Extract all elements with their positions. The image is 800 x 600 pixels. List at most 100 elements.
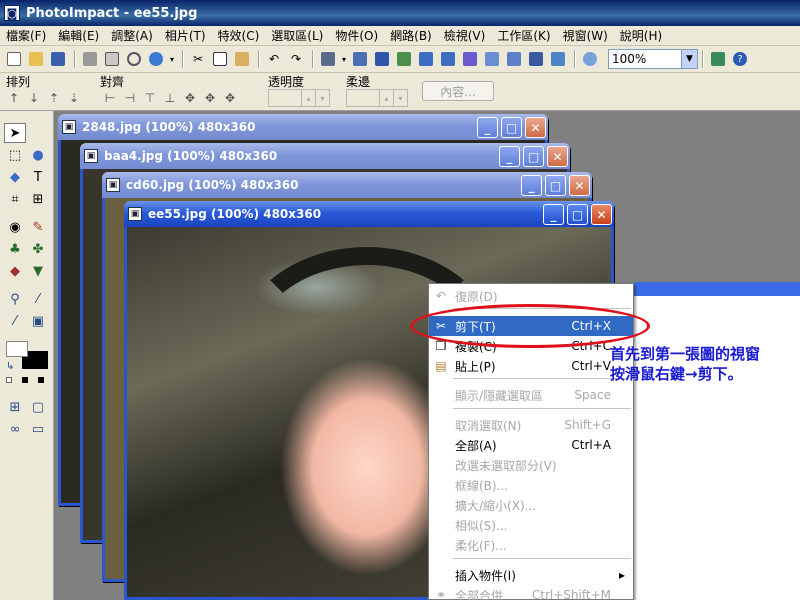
align-right-icon[interactable]: ⊣	[120, 89, 140, 107]
paste-icon[interactable]	[232, 49, 252, 69]
cut-icon[interactable]: ✂	[188, 49, 208, 69]
new-file-icon[interactable]	[4, 49, 24, 69]
menu-item-insert-object[interactable]: 插入物件(I) ▸	[429, 565, 633, 585]
hand-icon[interactable]	[708, 49, 728, 69]
browser-icon[interactable]	[146, 49, 166, 69]
balance-icon[interactable]	[438, 49, 458, 69]
frame-tool-icon[interactable]: ▢	[27, 397, 49, 417]
chevron-down-icon[interactable]: ▾	[315, 90, 329, 106]
menu-item-similar[interactable]: 相似(S)...	[429, 515, 633, 535]
redo-icon[interactable]: ↷	[286, 49, 306, 69]
chevron-down-icon[interactable]: ▾	[340, 49, 348, 69]
print-preview-icon[interactable]	[102, 49, 122, 69]
menu-item-invert[interactable]: 改選未選取部分(V)	[429, 455, 633, 475]
eraser-tool-icon[interactable]: ◆	[4, 261, 26, 281]
default-black-icon[interactable]	[22, 377, 28, 383]
minimize-icon[interactable]: _	[521, 175, 542, 196]
menu-web[interactable]: 網路(B)	[384, 27, 438, 44]
chevron-down-icon[interactable]: ▾	[168, 49, 176, 69]
grid-tool-icon[interactable]: ⊞	[4, 397, 26, 417]
menu-item-paste[interactable]: ▤ 貼上(P) Ctrl+V	[429, 356, 633, 376]
frame-icon[interactable]	[526, 49, 546, 69]
minimize-icon[interactable]: _	[543, 204, 564, 225]
window-titlebar[interactable]: ▣ baa4.jpg (100%) 480x360 _ □ ✕	[80, 143, 570, 169]
text-tool-icon[interactable]: T	[27, 167, 49, 187]
paintbrush-tool-icon[interactable]: ✎	[27, 217, 49, 237]
image-icon[interactable]	[394, 49, 414, 69]
menu-workspace[interactable]: 工作區(K)	[491, 27, 556, 44]
lasso-tool-icon[interactable]: ●	[27, 145, 49, 165]
save-icon[interactable]	[48, 49, 68, 69]
default-black-icon[interactable]	[38, 377, 44, 383]
scanner-icon[interactable]	[318, 49, 338, 69]
print-icon[interactable]	[80, 49, 100, 69]
menu-effects[interactable]: 特效(C)	[212, 27, 266, 44]
align-center-h-icon[interactable]: ✥	[180, 89, 200, 107]
spin-up-icon[interactable]: ▴	[301, 90, 315, 106]
foreground-color-swatch[interactable]	[6, 341, 28, 357]
clone-tool-icon[interactable]: ✤	[27, 239, 49, 259]
stamp-tool-icon[interactable]: ♣	[4, 239, 26, 259]
window-titlebar[interactable]: ▣ 2848.jpg (100%) 480x360 _ □ ✕	[58, 114, 548, 140]
globe-icon[interactable]	[580, 49, 600, 69]
arrow-up-icon[interactable]: ↑	[4, 89, 24, 107]
copy-icon[interactable]	[210, 49, 230, 69]
menu-photo[interactable]: 相片(T)	[159, 27, 212, 44]
crop-tool-icon[interactable]: ⌗	[4, 189, 26, 209]
menu-item-merge-all[interactable]: ⚭ 全部合併 Ctrl+Shift+M	[429, 585, 633, 600]
camera-icon[interactable]	[350, 49, 370, 69]
maximize-icon[interactable]: □	[567, 204, 588, 225]
effect-icon[interactable]	[460, 49, 480, 69]
opacity-spinner[interactable]: ▴ ▾	[268, 89, 330, 107]
align-top-icon[interactable]: ⊤	[140, 89, 160, 107]
maximize-icon[interactable]: □	[501, 117, 522, 138]
help-icon[interactable]: ?	[730, 49, 750, 69]
align-bottom-icon[interactable]: ⊥	[160, 89, 180, 107]
close-icon[interactable]: ✕	[525, 117, 546, 138]
menu-window[interactable]: 視窗(W)	[557, 27, 614, 44]
fill-tool-icon[interactable]: ▼	[27, 261, 49, 281]
zoom-view-icon[interactable]	[124, 49, 144, 69]
close-icon[interactable]: ✕	[569, 175, 590, 196]
close-icon[interactable]: ✕	[591, 204, 612, 225]
marquee-tool-icon[interactable]: ⬚	[4, 145, 26, 165]
bring-to-front-icon[interactable]: ⇡	[44, 89, 64, 107]
menu-item-expand-shrink[interactable]: 擴大/縮小(X)...	[429, 495, 633, 515]
open-folder-icon[interactable]	[26, 49, 46, 69]
send-to-back-icon[interactable]: ⇣	[64, 89, 84, 107]
chevron-down-icon[interactable]: ▼	[681, 50, 697, 68]
arrow-down-icon[interactable]: ↓	[24, 89, 44, 107]
eyedropper-tool-icon[interactable]: ⁄	[27, 289, 49, 309]
chevron-down-icon[interactable]: ▾	[393, 90, 407, 106]
zoom-select[interactable]: 100% ▼	[608, 49, 698, 69]
menu-file[interactable]: 檔案(F)	[0, 27, 52, 44]
menu-help[interactable]: 說明(H)	[614, 27, 668, 44]
menu-item-toggle-selection[interactable]: 顯示/隱藏選取區 Space	[429, 385, 633, 405]
align-center-v-icon[interactable]: ✥	[200, 89, 220, 107]
curve-icon[interactable]	[504, 49, 524, 69]
zoom-tool-icon[interactable]: ⚲	[4, 289, 26, 309]
undo-icon[interactable]: ↶	[264, 49, 284, 69]
shape-tool-icon[interactable]: ◆	[4, 167, 26, 187]
content-button[interactable]: 內容...	[422, 81, 494, 101]
color-swatches[interactable]: ↳	[4, 341, 50, 387]
spin-up-icon[interactable]: ▴	[379, 90, 393, 106]
menu-item-deselect[interactable]: 取消選取(N) Shift+G	[429, 415, 633, 435]
menu-item-border[interactable]: 框線(B)...	[429, 475, 633, 495]
select-transform-icon[interactable]: ▣	[27, 311, 49, 331]
ruler-tool-icon[interactable]: ▭	[27, 419, 49, 439]
menu-adjust[interactable]: 調整(A)	[105, 27, 159, 44]
align-left-icon[interactable]: ⊢	[100, 89, 120, 107]
maximize-icon[interactable]: □	[545, 175, 566, 196]
eye-tool-icon[interactable]: ◉	[4, 217, 26, 237]
convert-icon[interactable]	[548, 49, 568, 69]
transform-tool-icon[interactable]: ⊞	[27, 189, 49, 209]
minimize-icon[interactable]: _	[499, 146, 520, 167]
menu-item-select-all[interactable]: 全部(A) Ctrl+A	[429, 435, 633, 455]
menu-item-soften[interactable]: 柔化(F)...	[429, 535, 633, 555]
menu-item-undo[interactable]: ↶ 復原(D)	[429, 286, 633, 306]
align-center-icon[interactable]: ✥	[220, 89, 240, 107]
menu-view[interactable]: 檢視(V)	[438, 27, 492, 44]
close-icon[interactable]: ✕	[547, 146, 568, 167]
menu-selection[interactable]: 選取區(L)	[265, 27, 329, 44]
